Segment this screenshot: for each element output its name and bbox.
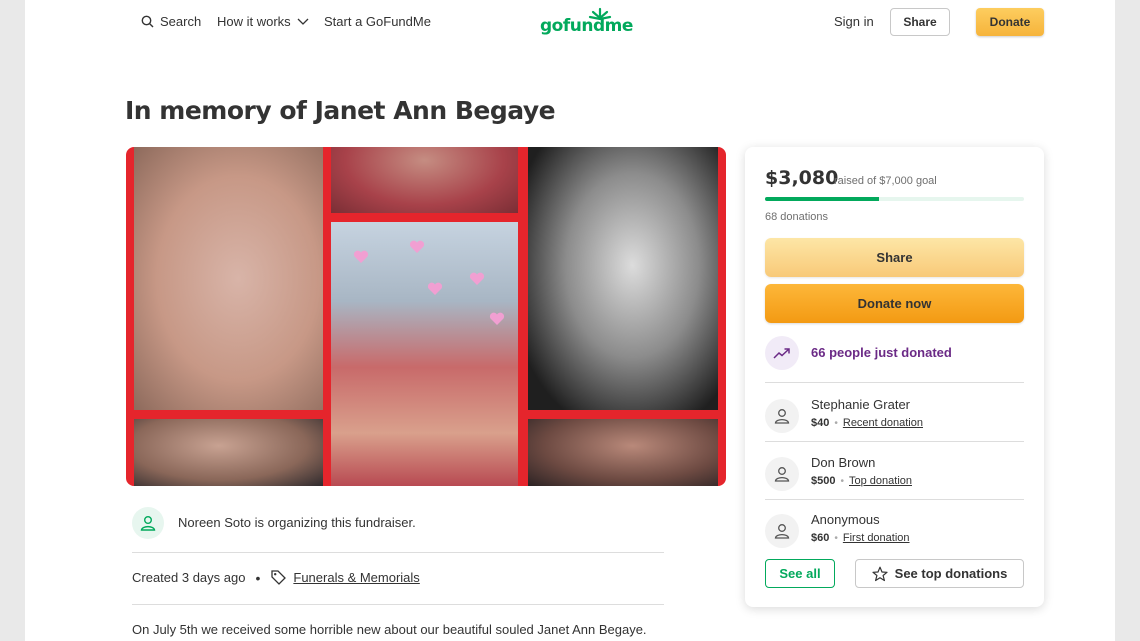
donor-item: Don Brown $500 • Top donation <box>765 449 1024 499</box>
heart-icon <box>489 312 505 325</box>
progress-bar-fill <box>765 197 879 201</box>
recent-activity-text: 66 people just donated <box>811 345 952 360</box>
goal-text: raised of $7,000 goal <box>834 175 937 187</box>
donor-name: Stephanie Grater <box>811 397 911 412</box>
donor-tag-link[interactable]: Top donation <box>849 475 912 487</box>
raised-amount: $3,080 <box>765 167 839 189</box>
heart-icon <box>469 272 485 285</box>
organizer-avatar <box>132 507 164 539</box>
divider <box>765 382 1024 383</box>
see-all-button[interactable]: See all <box>765 559 835 588</box>
donor-amount: $40 <box>811 417 830 429</box>
created-date: Created 3 days ago <box>132 570 246 585</box>
left-gutter <box>0 0 25 641</box>
tag-icon <box>271 570 287 585</box>
category-link[interactable]: Funerals & Memorials <box>270 569 420 586</box>
donor-meta: $60 • First donation <box>811 532 910 544</box>
donor-meta: $40 • Recent donation <box>811 417 923 429</box>
photo-tile <box>331 222 518 486</box>
meta-separator: • <box>255 569 261 586</box>
donor-tag-link[interactable]: Recent donation <box>843 417 923 429</box>
trending-icon-badge <box>765 336 799 370</box>
person-icon <box>774 409 790 424</box>
donor-name: Anonymous <box>811 512 880 527</box>
donate-now-button[interactable]: Donate now <box>765 284 1024 323</box>
person-icon <box>774 524 790 539</box>
photo-tile <box>134 419 323 486</box>
star-icon <box>872 566 888 581</box>
how-it-works-menu[interactable]: How it works <box>217 14 309 29</box>
search-label: Search <box>160 14 202 29</box>
trending-up-icon <box>773 348 790 359</box>
meta-dot: • <box>834 532 838 544</box>
donor-avatar <box>765 457 799 491</box>
photo-tile <box>528 147 718 410</box>
logo-text: gofundme <box>540 16 633 36</box>
divider <box>765 499 1024 500</box>
meta-dot: • <box>840 475 844 487</box>
photo-tile <box>528 419 718 486</box>
meta-dot: • <box>834 417 838 429</box>
how-it-works-label: How it works <box>217 14 291 29</box>
donor-name: Don Brown <box>811 455 876 470</box>
divider <box>132 604 664 605</box>
start-gofundme-link[interactable]: Start a GoFundMe <box>324 14 431 29</box>
divider <box>765 441 1024 442</box>
heart-icon <box>353 250 369 263</box>
campaign-meta: Created 3 days ago • Funerals & Memorial… <box>132 569 420 586</box>
gofundme-logo[interactable]: gofundme <box>540 6 633 38</box>
right-gutter <box>1115 0 1140 641</box>
search-icon <box>141 15 154 28</box>
person-icon <box>774 467 790 482</box>
donor-tag-link[interactable]: First donation <box>843 532 910 544</box>
donor-avatar <box>765 399 799 433</box>
header-donate-button[interactable]: Donate <box>976 8 1044 36</box>
search-link[interactable]: Search <box>141 14 201 29</box>
heart-icon <box>409 240 425 253</box>
donor-item: Anonymous $60 • First donation <box>765 506 1024 556</box>
page-title: In memory of Janet Ann Begaye <box>125 96 556 125</box>
photo-tile <box>134 147 323 410</box>
start-label: Start a GoFundMe <box>324 14 431 29</box>
story-text: On July 5th we received some horrible ne… <box>132 622 647 637</box>
person-icon <box>140 516 156 531</box>
organizer-text: Noreen Soto is organizing this fundraise… <box>178 515 416 530</box>
donor-amount: $60 <box>811 532 830 544</box>
header-share-button[interactable]: Share <box>890 8 950 36</box>
photo-tile <box>331 147 518 213</box>
site-header: Search How it works Start a GoFundMe gof… <box>25 0 1115 44</box>
see-top-donations-button[interactable]: See top donations <box>855 559 1024 588</box>
sign-in-link[interactable]: Sign in <box>834 14 874 29</box>
donor-amount: $500 <box>811 475 836 487</box>
donor-item: Stephanie Grater $40 • Recent donation <box>765 391 1024 441</box>
donor-avatar <box>765 514 799 548</box>
donations-count: 68 donations <box>765 211 828 223</box>
share-button[interactable]: Share <box>765 238 1024 277</box>
donor-meta: $500 • Top donation <box>811 475 912 487</box>
chevron-down-icon <box>297 18 309 25</box>
heart-icon <box>427 282 443 295</box>
category-label: Funerals & Memorials <box>293 570 420 585</box>
divider <box>132 552 664 553</box>
donation-card: $3,080 raised of $7,000 goal 68 donation… <box>745 147 1044 607</box>
progress-bar <box>765 197 1024 201</box>
see-top-label: See top donations <box>894 566 1008 581</box>
campaign-photo-collage[interactable] <box>126 147 726 486</box>
